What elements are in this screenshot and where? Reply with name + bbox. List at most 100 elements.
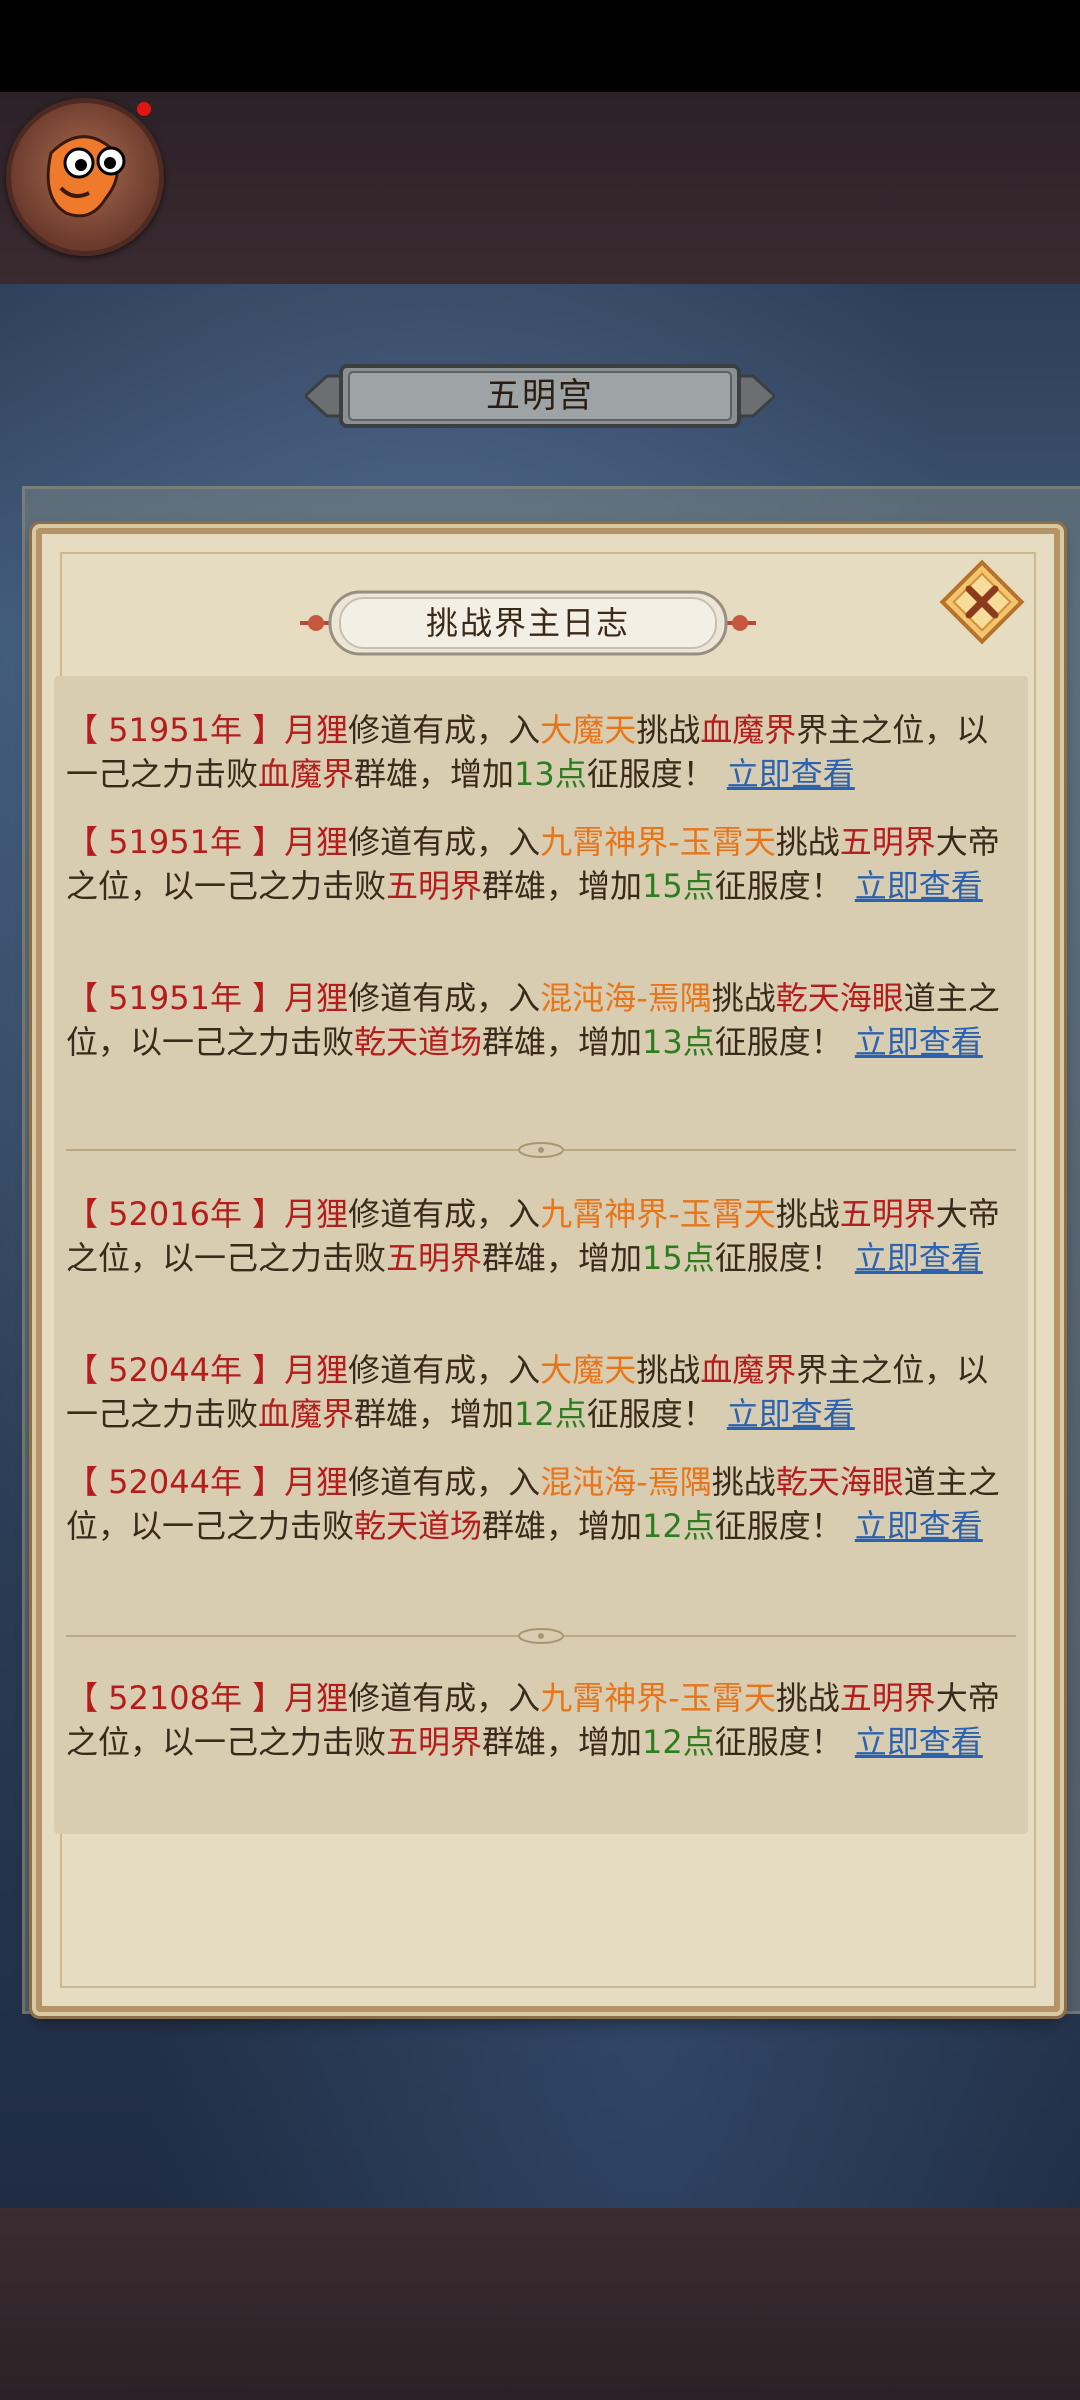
entry-place: 大魔天 <box>540 711 637 749</box>
entry-realm: 五明界 <box>839 823 936 861</box>
entry-text: 征服度！ <box>714 1723 843 1761</box>
view-now-link[interactable]: 立即查看 <box>855 867 983 905</box>
entry-text: 修道有成，入 <box>348 979 541 1017</box>
entry-year: 【 52044年 】 <box>66 1463 285 1501</box>
entry-text: 群雄，增加 <box>354 755 515 793</box>
entry-realm2: 血魔界 <box>258 1395 355 1433</box>
entry-year: 【 52016年 】 <box>66 1195 285 1233</box>
log-list: 【 51951年 】月狸修道有成，入大魔天挑战血魔界界主之位，以一己之力击败血魔… <box>54 676 1028 1834</box>
entry-text: 修道有成，入 <box>348 711 541 749</box>
close-icon <box>939 559 1025 645</box>
entry-text: 群雄，增加 <box>354 1395 515 1433</box>
entry-text: 征服度！ <box>714 1507 843 1545</box>
palace-banner: 五明宫 <box>305 358 775 434</box>
log-entry: 【 51951年 】月狸修道有成，入大魔天挑战血魔界界主之位，以一己之力击败血魔… <box>66 708 1016 796</box>
log-entry: 【 51951年 】月狸修道有成，入混沌海-焉隅挑战乾天海眼道主之位，以一己之力… <box>66 976 1016 1064</box>
player-avatar[interactable] <box>6 98 164 256</box>
entry-year: 【 51951年 】 <box>66 823 285 861</box>
view-now-link[interactable]: 立即查看 <box>727 1395 855 1433</box>
group-divider <box>66 1626 1016 1646</box>
entry-realm: 血魔界 <box>700 711 797 749</box>
entry-text: 征服度！ <box>714 867 843 905</box>
log-entry: 【 51951年 】月狸修道有成，入九霄神界-玉霄天挑战五明界大帝之位，以一己之… <box>66 820 1016 908</box>
entry-realm2: 五明界 <box>386 867 483 905</box>
entry-points: 13点 <box>642 1023 715 1061</box>
avatar-portrait-icon <box>46 135 126 218</box>
dialog-title-plate: 挑战界主日志 <box>300 588 756 658</box>
entry-text: 挑战 <box>711 979 776 1017</box>
entry-realm2: 血魔界 <box>258 755 355 793</box>
entry-year: 【 52044年 】 <box>66 1351 285 1389</box>
view-now-link[interactable]: 立即查看 <box>855 1239 983 1277</box>
entry-text: 修道有成，入 <box>348 1679 541 1717</box>
entry-player: 月狸 <box>284 1679 349 1717</box>
entry-year: 【 51951年 】 <box>66 711 285 749</box>
entry-player: 月狸 <box>284 1463 349 1501</box>
entry-player: 月狸 <box>284 711 349 749</box>
entry-text: 征服度！ <box>586 1395 715 1433</box>
entry-realm2: 五明界 <box>386 1723 483 1761</box>
bottom-band <box>0 2208 1080 2400</box>
entry-text: 群雄，增加 <box>482 1723 643 1761</box>
log-entry: 【 52016年 】月狸修道有成，入九霄神界-玉霄天挑战五明界大帝之位，以一己之… <box>66 1192 1016 1280</box>
entry-realm2: 乾天道场 <box>354 1507 483 1545</box>
entry-text: 修道有成，入 <box>348 1195 541 1233</box>
entry-realm: 乾天海眼 <box>775 979 904 1017</box>
entry-text: 修道有成，入 <box>348 1463 541 1501</box>
entry-text: 挑战 <box>636 711 701 749</box>
entry-text: 群雄，增加 <box>482 1023 643 1061</box>
log-entry: 【 52044年 】月狸修道有成，入混沌海-焉隅挑战乾天海眼道主之位，以一己之力… <box>66 1460 1016 1548</box>
entry-place: 九霄神界-玉霄天 <box>540 823 776 861</box>
entry-text: 群雄，增加 <box>482 1239 643 1277</box>
divider-ornament-icon <box>66 1628 1016 1644</box>
entry-realm: 五明界 <box>839 1195 936 1233</box>
entry-year: 【 52108年 】 <box>66 1679 285 1717</box>
entry-place: 九霄神界-玉霄天 <box>540 1195 776 1233</box>
entry-points: 15点 <box>642 867 715 905</box>
view-now-link[interactable]: 立即查看 <box>855 1507 983 1545</box>
entry-points: 13点 <box>514 755 587 793</box>
entry-realm: 五明界 <box>839 1679 936 1717</box>
entry-year: 【 51951年 】 <box>66 979 285 1017</box>
view-now-link[interactable]: 立即查看 <box>727 755 855 793</box>
entry-text: 征服度！ <box>586 755 715 793</box>
entry-text: 挑战 <box>775 823 840 861</box>
view-now-link[interactable]: 立即查看 <box>855 1023 983 1061</box>
entry-player: 月狸 <box>284 979 349 1017</box>
entry-points: 12点 <box>514 1395 587 1433</box>
entry-text: 挑战 <box>711 1463 776 1501</box>
entry-text: 群雄，增加 <box>482 867 643 905</box>
entry-realm2: 五明界 <box>386 1239 483 1277</box>
notification-dot <box>137 102 151 116</box>
entry-text: 挑战 <box>775 1679 840 1717</box>
entry-player: 月狸 <box>284 823 349 861</box>
entry-place: 混沌海-焉隅 <box>540 979 712 1017</box>
entry-player: 月狸 <box>284 1351 349 1389</box>
close-button[interactable] <box>936 556 1028 648</box>
entry-text: 修道有成，入 <box>348 1351 541 1389</box>
divider-ornament-icon <box>66 1142 1016 1158</box>
entry-text: 挑战 <box>775 1195 840 1233</box>
entry-realm2: 乾天道场 <box>354 1023 483 1061</box>
entry-place: 混沌海-焉隅 <box>540 1463 712 1501</box>
status-bar-area <box>0 0 1080 92</box>
log-entry: 【 52108年 】月狸修道有成，入九霄神界-玉霄天挑战五明界大帝之位，以一己之… <box>66 1676 1016 1764</box>
entry-realm: 乾天海眼 <box>775 1463 904 1501</box>
entry-player: 月狸 <box>284 1195 349 1233</box>
entry-text: 挑战 <box>636 1351 701 1389</box>
group-divider <box>66 1140 1016 1160</box>
entry-realm: 血魔界 <box>700 1351 797 1389</box>
entry-place: 九霄神界-玉霄天 <box>540 1679 776 1717</box>
entry-points: 12点 <box>642 1507 715 1545</box>
entry-text: 征服度！ <box>714 1239 843 1277</box>
view-now-link[interactable]: 立即查看 <box>855 1723 983 1761</box>
entry-text: 修道有成，入 <box>348 823 541 861</box>
entry-place: 大魔天 <box>540 1351 637 1389</box>
entry-points: 15点 <box>642 1239 715 1277</box>
log-entry: 【 52044年 】月狸修道有成，入大魔天挑战血魔界界主之位，以一己之力击败血魔… <box>66 1348 1016 1436</box>
entry-text: 征服度！ <box>714 1023 843 1061</box>
entry-text: 群雄，增加 <box>482 1507 643 1545</box>
entry-points: 12点 <box>642 1723 715 1761</box>
dialog-title: 挑战界主日志 <box>425 604 630 642</box>
palace-title: 五明宫 <box>486 376 594 416</box>
